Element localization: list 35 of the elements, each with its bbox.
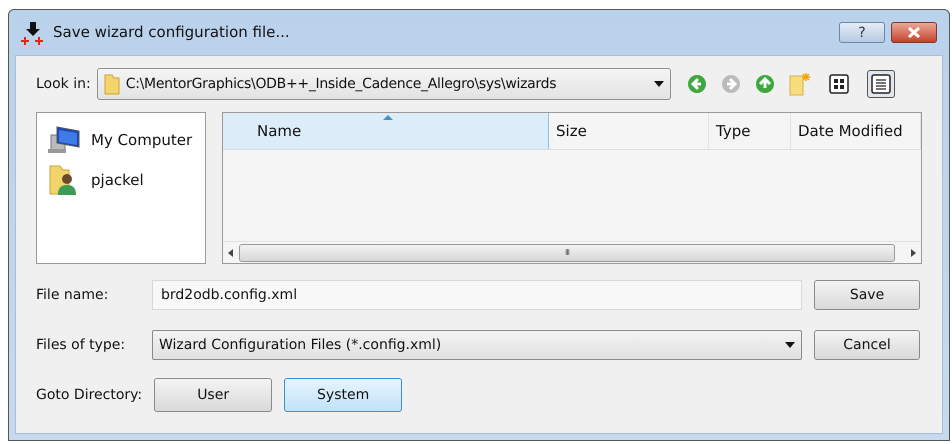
file-name-label: File name: (36, 286, 110, 304)
column-header[interactable]: Name (223, 113, 549, 149)
goto-button[interactable]: User (154, 378, 272, 412)
close-icon (907, 27, 921, 38)
file-name-field[interactable]: brd2odb.config.xml (152, 280, 802, 310)
scroll-left-icon[interactable] (227, 248, 235, 258)
icons-grid-icon (828, 74, 849, 94)
place-item[interactable]: pjackel (91, 168, 144, 192)
look-in-label: Look in: (36, 74, 91, 94)
help-button[interactable]: ? (839, 22, 885, 43)
save-button[interactable]: Save (814, 280, 920, 310)
dropdown-arrow-icon (654, 81, 664, 87)
cancel-button[interactable]: Cancel (814, 330, 920, 360)
file-type-dropdown[interactable]: Wizard Configuration Files (*.config.xml) (152, 330, 802, 360)
goto-button[interactable]: System (284, 378, 402, 412)
detail-view-button[interactable] (866, 70, 895, 98)
scroll-thumb[interactable]: III (239, 244, 895, 262)
details-list-icon (870, 74, 891, 94)
window-title: Save wizard configuration file... (53, 22, 290, 44)
scroll-right-icon[interactable] (909, 248, 917, 258)
folder-icon (104, 73, 120, 95)
place-item[interactable]: My Computer (91, 128, 192, 152)
look-in-dropdown[interactable]: C:\MentorGraphics\ODB++_Inside_Cadence_Allegro\sys\wizards (96, 68, 671, 100)
path-text: C:\MentorGraphics\ODB++_Inside_Cadence_Allegro\sys\wizards (126, 74, 558, 94)
goto-directory-label: Goto Directory: (36, 386, 142, 404)
file-type-label: Files of type: (36, 336, 126, 354)
file-type-text: Wizard Configuration Files (*.config.xml) (159, 336, 442, 354)
column-header[interactable]: Type (709, 113, 791, 149)
sort-arrow-icon (383, 115, 393, 120)
column-header[interactable]: Date Modified (791, 113, 921, 149)
horizontal-scrollbar[interactable]: III (223, 241, 921, 263)
dropdown-arrow-icon (785, 342, 795, 348)
computer-icon (47, 125, 81, 155)
close-button[interactable] (891, 22, 937, 43)
column-header[interactable]: Size (549, 113, 709, 149)
